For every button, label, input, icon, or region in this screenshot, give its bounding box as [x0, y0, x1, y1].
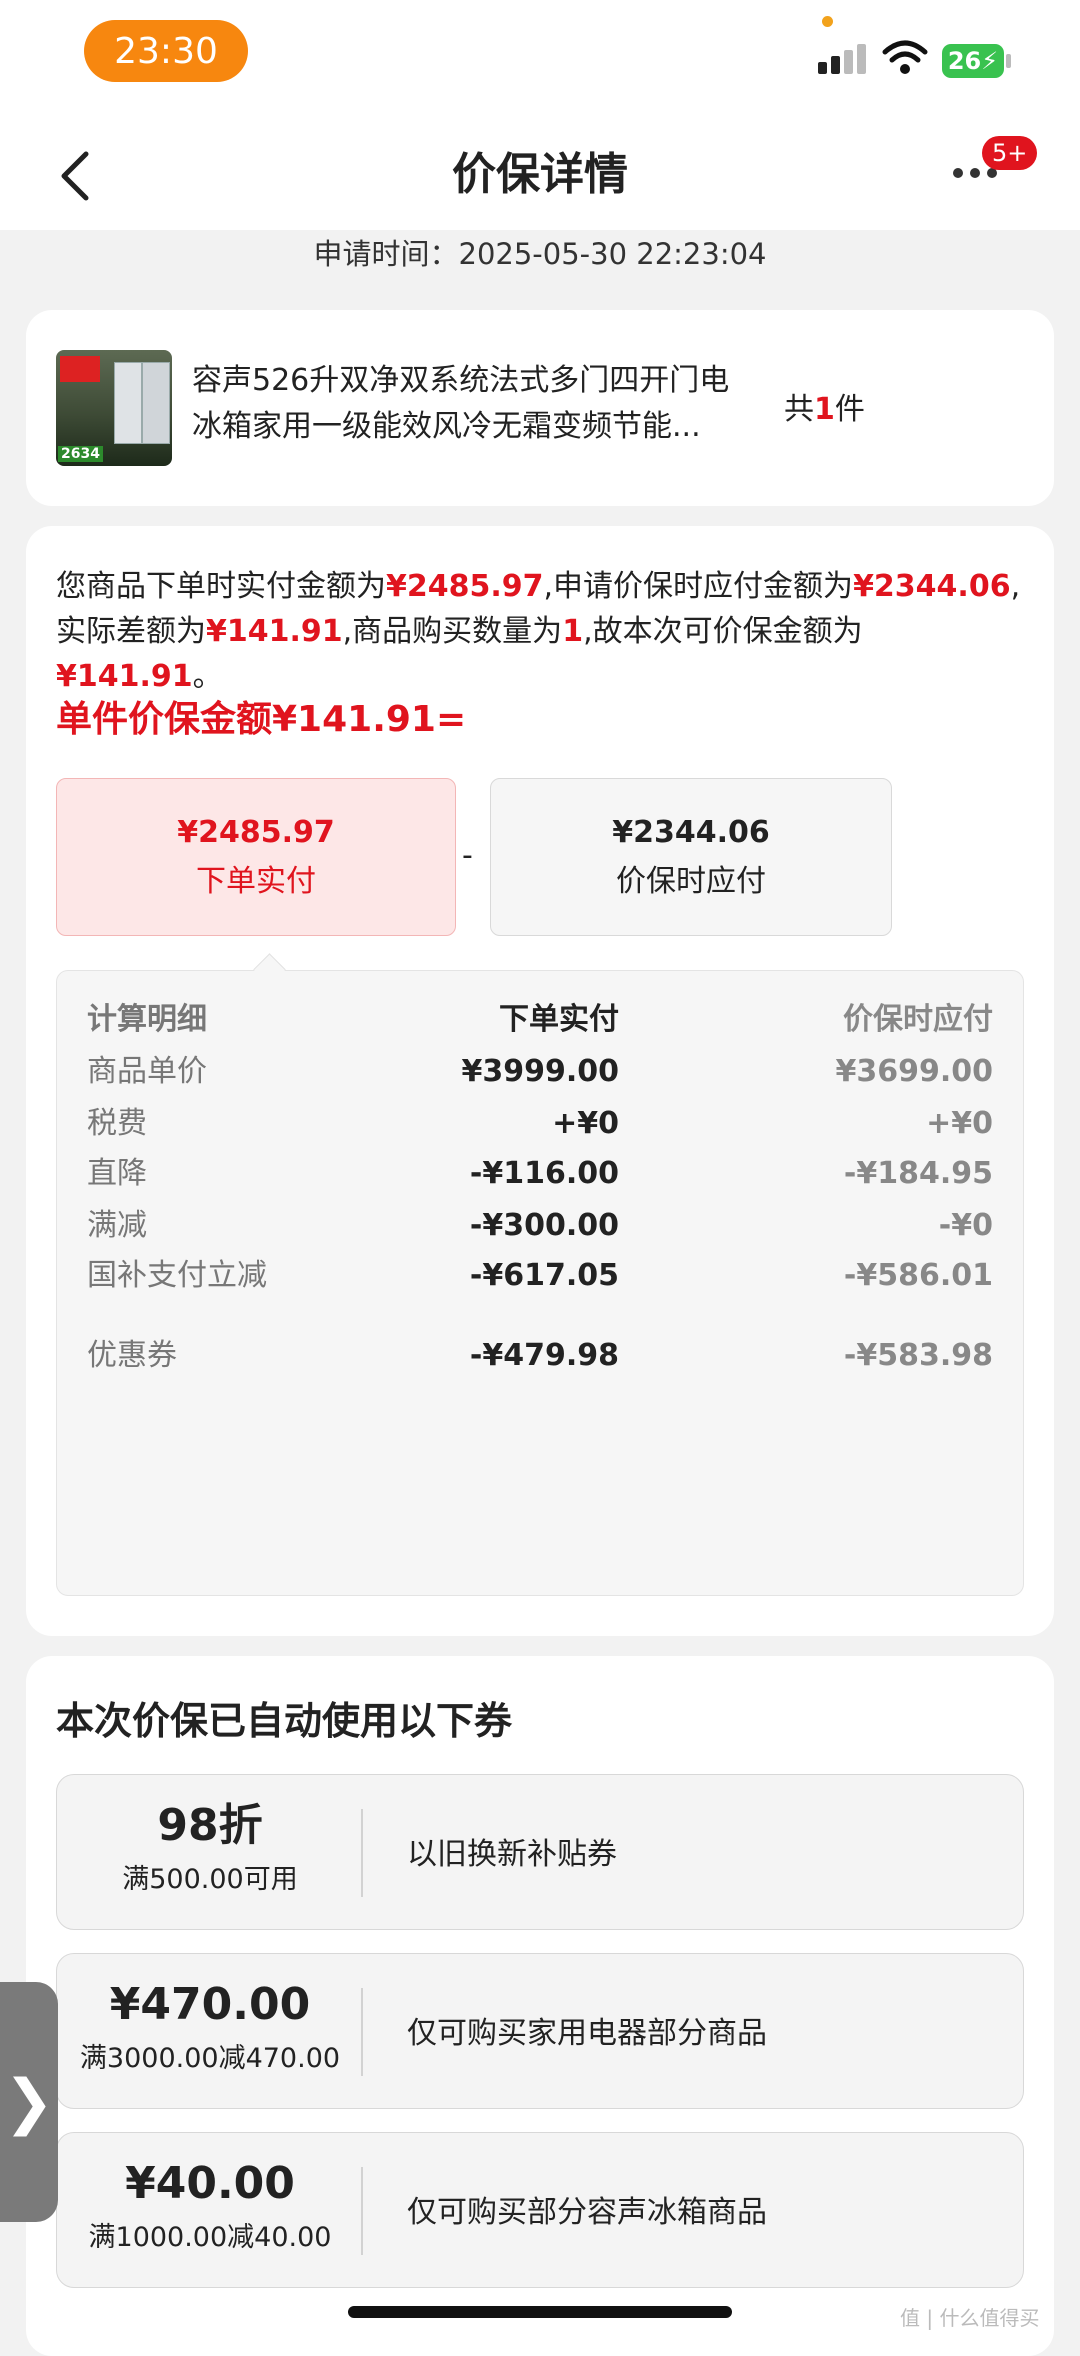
- row-order-value: -¥617.05: [469, 1258, 619, 1293]
- thumbnail-promo-label: [60, 356, 100, 382]
- unit-refund-title: 单件价保金额¥141.91=: [56, 699, 467, 740]
- notification-badge: 5+: [982, 136, 1038, 170]
- row-protect-value: -¥0: [938, 1208, 993, 1243]
- coupon-name: 仅可购买家用电器部分商品: [407, 2016, 767, 2051]
- protect-payable-amount: ¥2344.06: [612, 815, 770, 850]
- count-prefix: 共: [784, 392, 814, 427]
- row-order-value: -¥300.00: [469, 1208, 619, 1243]
- coupon-condition: 满1000.00减40.00: [88, 2222, 332, 2253]
- row-protect-value: -¥586.01: [843, 1258, 993, 1293]
- coupons-title: 本次价保已自动使用以下券: [56, 1699, 513, 1743]
- product-title-line1: 容声526升双净双系统法式多门四开门电: [192, 363, 730, 398]
- row-protect-value: ¥3699.00: [835, 1054, 993, 1089]
- product-title-line2: 冰箱家用一级能效风冷无霜变频节能...: [192, 409, 701, 444]
- fridge-door-left: [114, 362, 142, 444]
- desc-text-5: ,故本次可价保金额为: [583, 614, 863, 649]
- order-paid-amount: ¥2485.97: [177, 815, 335, 850]
- row-order-value: +¥0: [552, 1106, 619, 1141]
- thumbnail-price-tag: 2634: [58, 446, 103, 462]
- product-thumbnail[interactable]: 2634: [56, 350, 172, 466]
- coupon-amount: 98折: [157, 1800, 263, 1851]
- row-label: 直降: [87, 1156, 147, 1191]
- minus-sign: -: [462, 838, 473, 873]
- count-suffix: 件: [834, 392, 865, 427]
- product-count: 共1件: [784, 384, 865, 428]
- row-order-value: -¥479.98: [469, 1338, 619, 1373]
- coupon-amount: ¥470.00: [109, 1979, 311, 2030]
- row-order-value: ¥3999.00: [461, 1054, 619, 1089]
- desc-text-6: 。: [192, 659, 223, 694]
- price-protect-description: 您商品下单时实付金额为¥2485.97,申请价保时应付金额为¥2344.06,实…: [56, 564, 1024, 699]
- coupon-condition: 满3000.00减470.00: [79, 2043, 341, 2074]
- coupon-condition: 满500.00可用: [122, 1864, 298, 1895]
- row-order-value: -¥116.00: [469, 1156, 619, 1191]
- row-label: 商品单价: [87, 1054, 207, 1089]
- coupon-divider: [361, 1988, 363, 2076]
- desc-refund-amount: ¥141.91: [56, 659, 193, 694]
- fridge-door-right: [142, 362, 170, 444]
- desc-protect-payable: ¥2344.06: [853, 569, 1011, 604]
- header-order: 下单实付: [499, 1002, 619, 1037]
- side-drawer-handle[interactable]: ❯: [0, 1982, 58, 2222]
- calc-detail-table: 计算明细 下单实付 价保时应付 商品单价 ¥3999.00 ¥3699.00 税…: [56, 970, 1024, 1596]
- page-title: 价保详情: [452, 149, 628, 200]
- product-title[interactable]: 容声526升双净双系统法式多门四开门电 冰箱家用一级能效风冷无霜变频节能...: [192, 358, 752, 450]
- desc-order-paid: ¥2485.97: [386, 569, 544, 604]
- row-label: 国补支付立减: [87, 1258, 267, 1293]
- protect-payable-box[interactable]: ¥2344.06 价保时应付: [490, 778, 892, 936]
- coupon-item[interactable]: 98折 满500.00可用 以旧换新补贴券: [56, 1774, 1024, 1930]
- coupon-divider: [361, 1809, 363, 1897]
- desc-quantity: 1: [562, 614, 584, 649]
- battery-level: 26: [947, 47, 982, 75]
- privacy-indicator-dot: [822, 16, 833, 27]
- apply-time: 申请时间：2025-05-30 22:23:04: [313, 237, 767, 271]
- coupon-name: 以旧换新补贴券: [407, 1837, 617, 1872]
- battery-icon: 26 ⚡: [942, 44, 1004, 78]
- header-calc: 计算明细: [87, 1002, 207, 1037]
- desc-difference: ¥141.91: [206, 614, 343, 649]
- coupon-item[interactable]: ¥40.00 满1000.00减40.00 仅可购买部分容声冰箱商品: [56, 2132, 1024, 2288]
- desc-text-2: ,申请价保时应付金额为: [543, 569, 854, 604]
- coupon-divider: [361, 2167, 363, 2255]
- count-value: 1: [814, 392, 835, 427]
- battery-tip: [1006, 54, 1011, 68]
- row-label: 税费: [87, 1106, 147, 1141]
- wifi-icon: [882, 40, 928, 74]
- home-indicator[interactable]: [348, 2306, 732, 2318]
- row-protect-value: +¥0: [926, 1106, 993, 1141]
- coupon-name: 仅可购买部分容声冰箱商品: [407, 2195, 767, 2230]
- protect-payable-label: 价保时应付: [616, 864, 766, 899]
- coupon-item[interactable]: ¥470.00 满3000.00减470.00 仅可购买家用电器部分商品: [56, 1953, 1024, 2109]
- row-label: 优惠券: [87, 1338, 177, 1373]
- watermark: 值 | 什么值得买: [900, 2306, 1040, 2330]
- status-time: 23:30: [84, 20, 248, 82]
- row-label: 满减: [87, 1208, 147, 1243]
- row-protect-value: -¥583.98: [843, 1338, 993, 1373]
- row-protect-value: -¥184.95: [843, 1156, 993, 1191]
- desc-text-4: ,商品购买数量为: [342, 614, 563, 649]
- order-paid-box[interactable]: ¥2485.97 下单实付: [56, 778, 456, 936]
- coupon-amount: ¥40.00: [125, 2158, 295, 2209]
- header-protect: 价保时应付: [843, 1002, 993, 1037]
- desc-text-1: 您商品下单时实付金额为: [56, 569, 386, 604]
- cellular-signal-icon: [818, 44, 866, 74]
- order-paid-label: 下单实付: [196, 864, 316, 899]
